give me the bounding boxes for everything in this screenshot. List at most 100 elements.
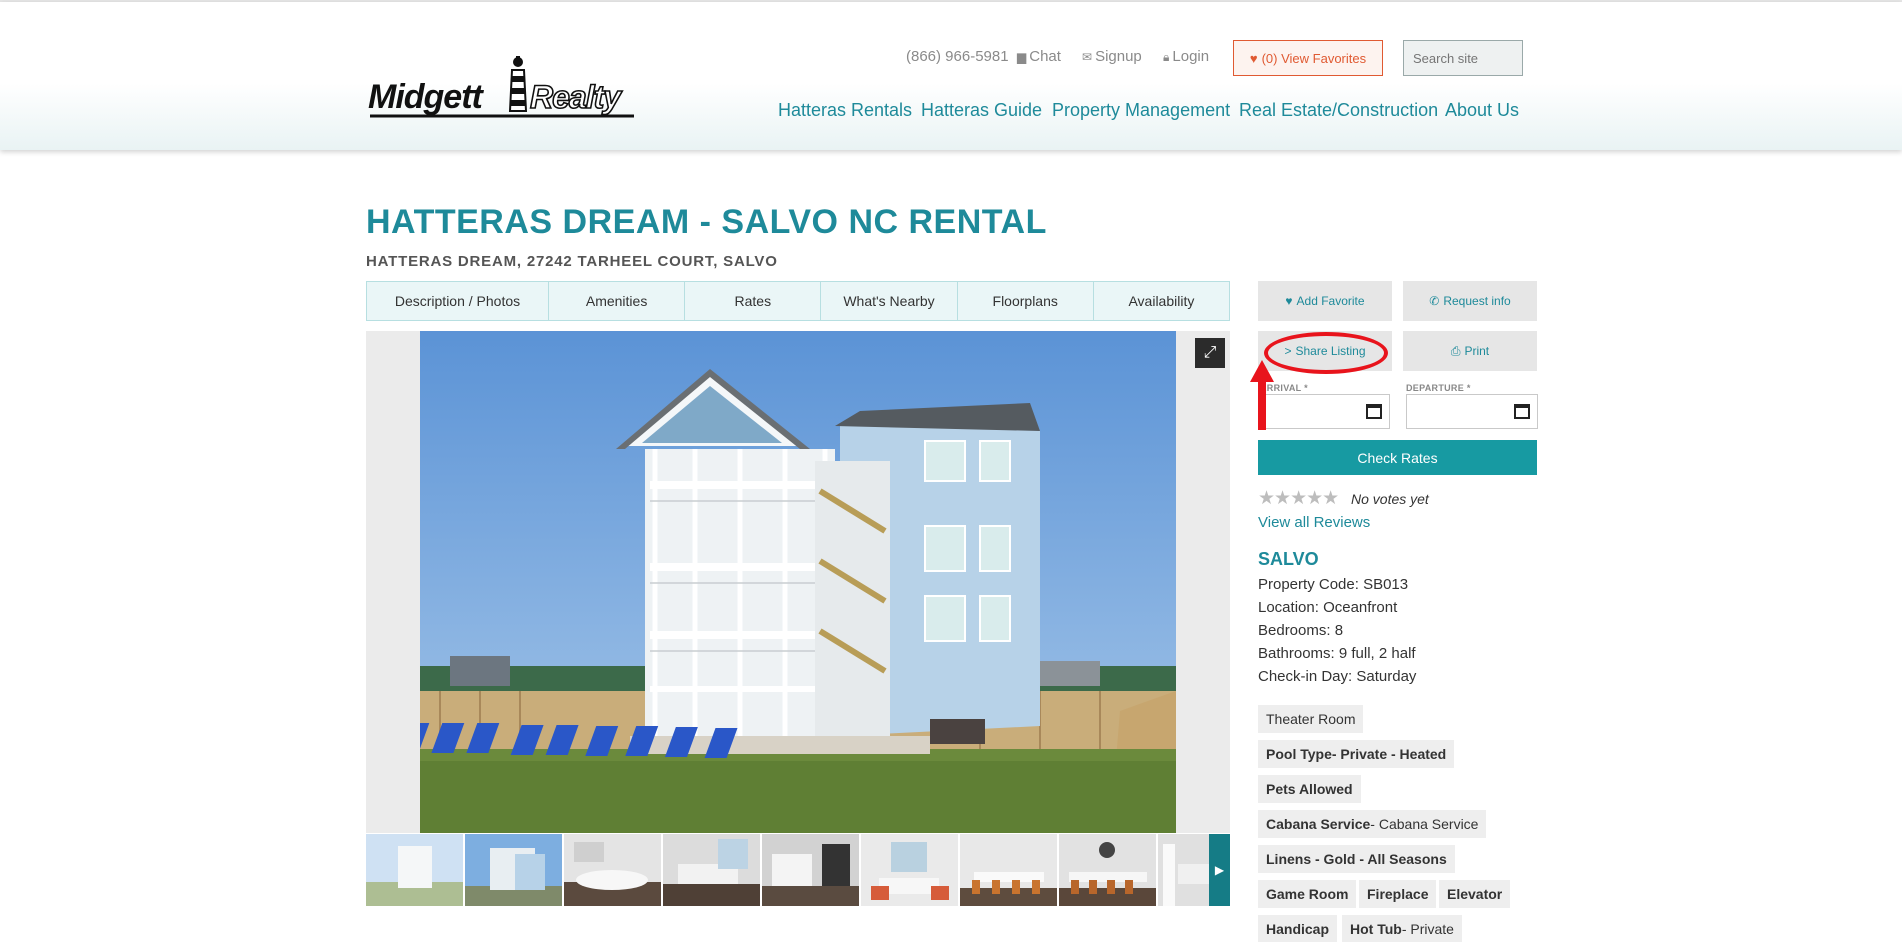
signup-label: Signup (1095, 48, 1142, 65)
amenity-tag: Cabana Service - Cabana Service (1258, 810, 1487, 838)
view-favorites-label: (0) View Favorites (1261, 50, 1367, 66)
login-link[interactable]: 🔒︎ Login (1163, 48, 1209, 65)
tab-floorplans[interactable]: Floorplans (958, 282, 1094, 320)
request-info-button[interactable]: ✆ Request info (1403, 281, 1537, 321)
thumbnail-7[interactable] (960, 834, 1057, 906)
detail-label: Location: (1258, 599, 1319, 616)
heart-icon: ♥ (1285, 294, 1293, 308)
chat-label: Chat (1029, 48, 1061, 65)
amenity-detail: - Cabana Service (1370, 816, 1479, 832)
detail-value: Oceanfront (1323, 599, 1398, 616)
no-votes-text: No votes yet (1351, 491, 1429, 507)
area-name: SALVO (1258, 549, 1319, 569)
amenity-tag: Theater Room (1258, 705, 1364, 733)
thumbnail-8[interactable] (1059, 834, 1156, 906)
tab-whats-nearby[interactable]: What's Nearby (821, 282, 958, 320)
tab-rates[interactable]: Rates (685, 282, 822, 320)
detail-label: Bedrooms: (1258, 622, 1331, 639)
amenity-detail: - Private (1401, 921, 1454, 937)
amenity-tag: Elevator (1439, 880, 1511, 908)
detail-value: 9 full, 2 half (1338, 645, 1416, 662)
view-favorites-button[interactable]: ♥ (0) View Favorites (1233, 40, 1383, 76)
tab-availability[interactable]: Availability (1094, 282, 1229, 320)
signup-link[interactable]: ✉ Signup (1082, 48, 1142, 65)
nav-property-management[interactable]: Property Management (1052, 100, 1230, 121)
envelope-icon: ✉ (1082, 50, 1093, 64)
amenity-name: Hot Tub (1350, 921, 1402, 937)
check-rates-button[interactable]: Check Rates (1258, 440, 1537, 475)
detail-location: Location: Oceanfront (1258, 599, 1397, 616)
page-subtitle: HATTERAS DREAM, 27242 TARHEEL COURT, SAL… (366, 253, 778, 270)
nav-hatteras-rentals[interactable]: Hatteras Rentals (778, 100, 912, 121)
nav-about-us[interactable]: About Us (1445, 100, 1519, 121)
amenity-tag: Linens - Gold - All Seasons (1258, 845, 1455, 873)
lock-icon: 🔒︎ (1163, 50, 1170, 64)
tab-description-photos[interactable]: Description / Photos (367, 282, 549, 320)
photo-thumbnails (366, 834, 1230, 906)
thumbnail-3[interactable] (564, 834, 661, 906)
nav-hatteras-guide[interactable]: Hatteras Guide (921, 100, 1042, 121)
chat-link[interactable]: ▆ Chat (1017, 48, 1061, 65)
thumbnail-2[interactable] (465, 834, 562, 906)
amenity-name: Theater Room (1266, 711, 1356, 727)
departure-date-input[interactable] (1406, 394, 1538, 429)
amenity-name: Pool Type (1266, 746, 1332, 762)
search-input[interactable] (1403, 40, 1523, 76)
amenity-tag: Hot Tub - Private (1342, 915, 1462, 942)
detail-label: Bathrooms: (1258, 645, 1335, 662)
fullscreen-expand-icon[interactable]: ⤢ (1195, 338, 1225, 368)
thumbnail-next-arrow-icon[interactable]: ▶ (1209, 834, 1230, 906)
arrival-date-input[interactable] (1258, 394, 1390, 429)
logo-text-midgett: Midgett (368, 78, 485, 116)
print-icon: ⎙ (1450, 343, 1461, 358)
site-header: Midgett Realty (866) 966-5981 ▆ Chat ✉ Sig… (0, 2, 1902, 150)
amenity-tag: Handicap (1258, 915, 1338, 942)
detail-value: Saturday (1356, 668, 1417, 685)
thumbnail-6[interactable] (861, 834, 958, 906)
calendar-icon (1514, 404, 1530, 419)
amenity-name: Elevator (1447, 886, 1503, 902)
amenity-tag: Fireplace (1359, 880, 1437, 908)
add-favorite-button[interactable]: ♥ Add Favorite (1258, 281, 1392, 321)
departure-label: DEPARTURE * (1406, 383, 1471, 393)
amenity-name: Handicap (1266, 921, 1330, 937)
amenity-name: Cabana Service (1266, 816, 1371, 832)
main-property-photo[interactable] (420, 331, 1176, 833)
amenity-tag: Pool Type - Private - Heated (1258, 740, 1455, 768)
amenity-name: Pets Allowed (1266, 781, 1353, 797)
detail-value: 8 (1334, 622, 1344, 639)
request-info-label: Request info (1443, 294, 1511, 308)
print-button[interactable]: ⎙ Print (1403, 331, 1537, 371)
amenity-name: Game Room (1266, 886, 1349, 902)
logo-text-realty: Realty (530, 79, 623, 115)
print-label: Print (1464, 344, 1490, 358)
tab-amenities[interactable]: Amenities (549, 282, 686, 320)
heart-icon: ♥ (1249, 50, 1258, 66)
listing-tabs: Description / Photos Amenities Rates Wha… (366, 281, 1230, 321)
phone-icon: ✆ (1429, 294, 1440, 308)
login-label: Login (1172, 48, 1210, 65)
annotation-red-arrow-icon (1250, 360, 1274, 430)
thumbnail-4[interactable] (663, 834, 760, 906)
nav-real-estate-construction[interactable]: Real Estate/Construction (1239, 100, 1438, 121)
calendar-icon (1366, 404, 1382, 419)
rating-stars[interactable]: ★★★★★ (1258, 487, 1339, 510)
photo-gallery (366, 331, 1230, 833)
detail-bedrooms: Bedrooms: 8 (1258, 622, 1343, 639)
amenity-name: Linens - Gold - All Seasons (1266, 851, 1447, 867)
detail-bathrooms: Bathrooms: 9 full, 2 half (1258, 645, 1416, 662)
phone-number[interactable]: (866) 966-5981 (906, 48, 1009, 65)
amenity-name: Fireplace (1367, 886, 1429, 902)
view-all-reviews-link[interactable]: View all Reviews (1258, 514, 1370, 531)
chat-icon: ▆ (1017, 50, 1027, 64)
detail-label: Property Code: (1258, 576, 1359, 593)
detail-property-code: Property Code: SB013 (1258, 576, 1408, 593)
page-title: HATTERAS DREAM - SALVO NC RENTAL (366, 203, 1047, 241)
annotation-red-circle (1264, 332, 1388, 374)
midgett-realty-logo[interactable]: Midgett Realty (366, 56, 638, 124)
add-favorite-label: Add Favorite (1296, 294, 1365, 308)
thumbnail-1[interactable] (366, 834, 463, 906)
thumbnail-5[interactable] (762, 834, 859, 906)
detail-checkin-day: Check-in Day: Saturday (1258, 668, 1416, 685)
amenity-detail: - Private - Heated (1331, 746, 1447, 762)
